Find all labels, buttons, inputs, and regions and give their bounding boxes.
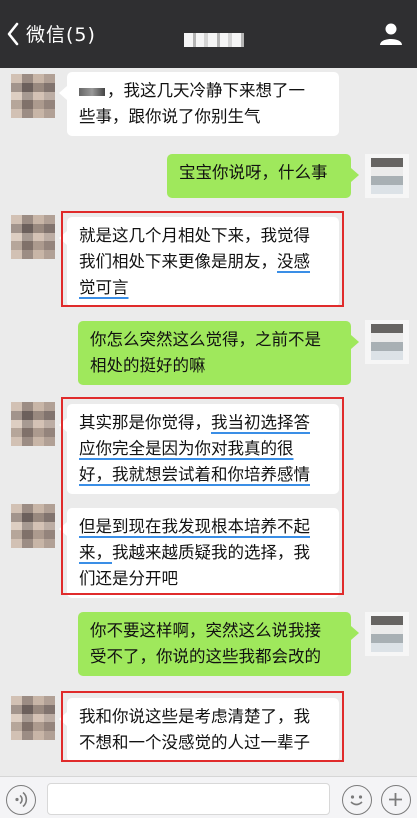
underlined-text: 应你完全是因为你对我真的很 [79,439,294,458]
person-icon[interactable] [379,22,403,50]
message-text: 我和你说这些是考虑清楚了，我 [79,707,310,726]
underlined-text: 好，我就想尝试着和你培养感情 [79,465,310,484]
voice-icon [15,791,28,808]
contact-avatar[interactable] [11,74,55,118]
contact-avatar[interactable] [11,696,55,740]
censored-text [79,87,105,96]
self-avatar[interactable] [365,320,409,364]
more-button[interactable] [381,785,411,815]
underlined-text: 没感 [277,252,310,271]
self-avatar[interactable] [365,612,409,656]
underlined-text: 来， [79,543,112,562]
message-bubble-received[interactable]: 就是这几个月相处下来，我觉得 我们相处下来更像是朋友，没感 觉可言 [59,217,339,307]
message-text: 其实那是你觉得， [79,413,211,432]
message-text: 我越来越质疑我的选择，我 [112,543,310,562]
underlined-text: 觉可言 [79,278,129,297]
message-bubble-sent[interactable]: 宝宝你说呀，什么事 [167,154,359,198]
message-bubble-received[interactable]: 我和你说这些是考虑清楚了，我 不想和一个没感觉的人过一辈子 [59,698,339,762]
underlined-text: 但是到现在我发现根本培养不起 [79,517,310,536]
back-button[interactable]: 微信(5) [6,20,96,47]
chat-area[interactable]: ，我这几天冷静下来想了一 些事，跟你说了你别生气 宝宝你说呀，什么事 就是这几个… [0,68,417,776]
message-text: 些事，跟你说了你别生气 [79,107,261,126]
chevron-left-icon [6,22,20,46]
message-bubble-sent[interactable]: 你怎么突然这么觉得，之前不是 相处的挺好的嘛 [78,321,359,385]
contact-name-pixelated [184,33,244,47]
underlined-text: 我当初选择答 [211,413,310,432]
self-avatar[interactable] [365,154,409,198]
emoji-icon [350,795,363,806]
plus-icon [389,793,402,806]
message-text: 你不要这样啊，突然这么说我接 [90,621,321,640]
message-text: 受不了，你说的这些我都会改的 [90,647,321,666]
message-bubble-received[interactable]: 但是到现在我发现根本培养不起 来，我越来越质疑我的选择，我 们还是分开吧 [59,508,339,598]
contact-avatar[interactable] [11,402,55,446]
top-bar: 微信(5) [0,0,417,68]
message-text: 们还是分开吧 [79,569,178,588]
contact-avatar[interactable] [11,215,55,259]
message-text: 我们相处下来更像是朋友， [79,252,277,271]
message-text: 就是这几个月相处下来，我觉得 [79,226,310,245]
voice-button[interactable] [6,785,36,815]
emoji-button[interactable] [342,785,372,815]
message-text: 相处的挺好的嘛 [90,356,206,375]
message-text: 宝宝你说呀，什么事 [179,163,328,182]
message-bubble-sent[interactable]: 你不要这样啊，突然这么说我接 受不了，你说的这些我都会改的 [78,612,359,676]
back-label: 微信(5) [26,24,96,46]
message-text: ，我这几天冷静下来想了一 [107,81,305,100]
message-bubble-received[interactable]: 其实那是你觉得，我当初选择答 应你完全是因为你对我真的很 好，我就想尝试着和你培… [59,404,339,494]
contact-avatar[interactable] [11,504,55,548]
message-text: 不想和一个没感觉的人过一辈子 [79,733,310,752]
input-bar [0,776,417,818]
message-input[interactable] [47,783,330,815]
message-text: 你怎么突然这么觉得，之前不是 [90,330,321,349]
message-bubble-received[interactable]: ，我这几天冷静下来想了一 些事，跟你说了你别生气 [59,72,339,136]
